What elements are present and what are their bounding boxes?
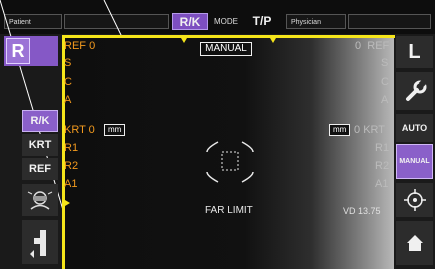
mode-rk-tab[interactable]: R/K — [172, 13, 208, 30]
krt-left-unit: mm — [104, 124, 126, 136]
ref-right-value: 0 — [355, 40, 362, 52]
left-eye-button[interactable]: L — [396, 36, 433, 68]
krt-right-row: 0 KRT — [354, 124, 385, 137]
target-button[interactable] — [396, 183, 433, 217]
wrench-icon — [405, 78, 427, 101]
a1-right-label: A1 — [375, 178, 389, 190]
sphere-left-label: S — [64, 57, 72, 69]
r1-right-label: R1 — [375, 142, 390, 154]
ref-right-label: REF — [367, 40, 390, 52]
krt-left-row: KRT 0 — [64, 124, 95, 137]
cylinder-left-label: C — [64, 76, 72, 88]
axis-right-label: A — [381, 94, 389, 106]
face-position-button[interactable] — [22, 184, 58, 216]
r1-left-label: R1 — [64, 142, 79, 154]
manual-badge: MANUAL — [200, 42, 252, 56]
focus-frame-top — [62, 35, 395, 38]
settings-button[interactable] — [396, 72, 433, 110]
right-eye-button[interactable]: R — [4, 36, 58, 66]
vd-value: 13.75 — [358, 206, 381, 216]
ref-mode-button[interactable]: REF — [22, 158, 58, 180]
far-limit-label: FAR LIMIT — [205, 205, 253, 216]
manual-button[interactable]: MANUAL — [396, 144, 433, 179]
sphere-right-label: S — [381, 57, 389, 69]
chin-rest-icon — [30, 230, 46, 258]
rk-mode-button[interactable]: R/K — [22, 110, 58, 132]
frame-marker — [181, 38, 187, 43]
physician-field[interactable]: Physician — [286, 14, 346, 29]
krt-right-unit: mm — [329, 124, 351, 136]
physician-name-field[interactable] — [348, 14, 431, 29]
home-button[interactable] — [396, 221, 433, 265]
target-icon — [403, 189, 426, 211]
vd-label: VD — [343, 206, 356, 216]
krt-left-label: KRT — [64, 124, 86, 136]
eye-face-icon — [27, 191, 53, 210]
frame-marker — [270, 38, 276, 43]
r2-right-label: R2 — [375, 160, 390, 172]
mode-label: MODE — [214, 17, 238, 26]
krt-right-label: KRT — [363, 124, 385, 136]
krt-right-value: 0 — [354, 124, 361, 136]
frame-marker — [65, 200, 70, 206]
vertex-distance-row: VD 13.75 — [343, 205, 381, 218]
a1-left-label: A1 — [64, 178, 78, 190]
auto-button[interactable]: AUTO — [396, 114, 433, 142]
krt-mode-button[interactable]: KRT — [22, 134, 58, 156]
r2-left-label: R2 — [64, 160, 79, 172]
cylinder-right-label: C — [381, 76, 389, 88]
chin-rest-button[interactable] — [22, 220, 58, 264]
ref-left-row: REF 0 — [64, 40, 95, 53]
physician-label: Physician — [291, 19, 321, 26]
axis-left-label: A — [64, 94, 72, 106]
home-icon — [406, 235, 423, 251]
alignment-reticle-icon — [206, 141, 254, 183]
krt-left-value: 0 — [88, 124, 95, 136]
mode-tp-tab[interactable]: T/P — [244, 13, 280, 30]
right-eye-label: R — [6, 38, 30, 64]
ref-right-row: 0 REF — [355, 40, 389, 53]
ref-left-value: 0 — [89, 40, 96, 52]
ref-left-label: REF — [64, 40, 86, 52]
